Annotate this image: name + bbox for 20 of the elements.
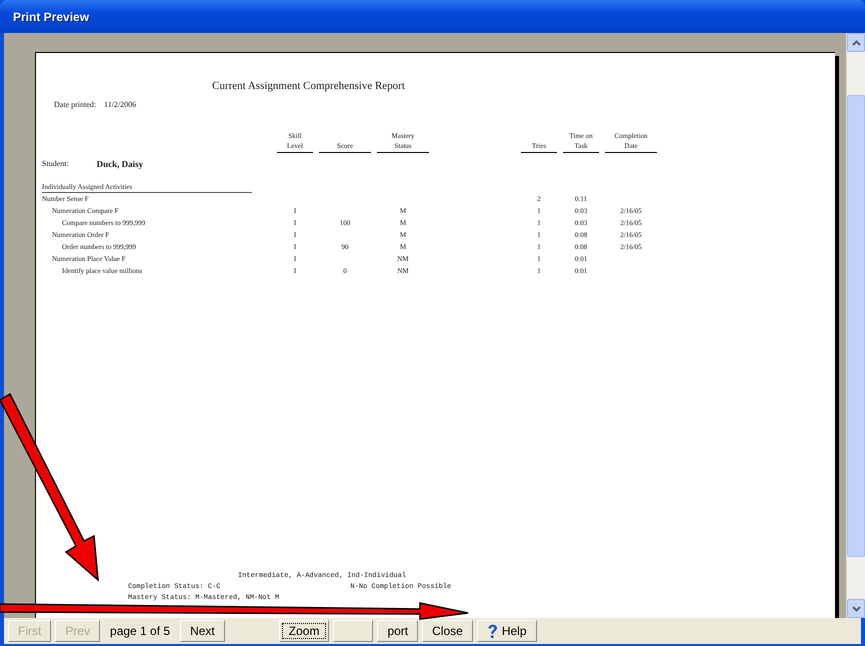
chevron-up-icon bbox=[852, 40, 860, 46]
date-value: 11/2/2006 bbox=[104, 100, 136, 109]
student-name: Duck, Daisy bbox=[96, 159, 144, 170]
toolbar-button[interactable]: Close bbox=[422, 620, 473, 642]
scroll-down-button[interactable] bbox=[847, 599, 865, 618]
toolbar-button[interactable]: Zoom bbox=[278, 620, 330, 642]
report-title: Current Assignment Comprehensive Report bbox=[211, 80, 406, 92]
toolbar-button[interactable]: Next bbox=[180, 620, 225, 642]
help-button[interactable]: Help bbox=[476, 620, 537, 642]
vertical-scrollbar[interactable] bbox=[846, 33, 865, 618]
scroll-thumb[interactable] bbox=[847, 94, 865, 556]
student-label: Student: bbox=[42, 159, 69, 170]
page-indicator: page 1 of 5 bbox=[109, 624, 172, 638]
toolbar-button[interactable]: port bbox=[377, 620, 418, 642]
window-title: Print Preview bbox=[13, 10, 90, 24]
chevron-down-icon bbox=[852, 606, 860, 612]
question-mark-icon bbox=[486, 624, 498, 638]
toolbar-button[interactable] bbox=[333, 620, 374, 642]
date-label: Date printed: bbox=[54, 100, 96, 109]
scroll-up-button[interactable] bbox=[847, 33, 865, 52]
